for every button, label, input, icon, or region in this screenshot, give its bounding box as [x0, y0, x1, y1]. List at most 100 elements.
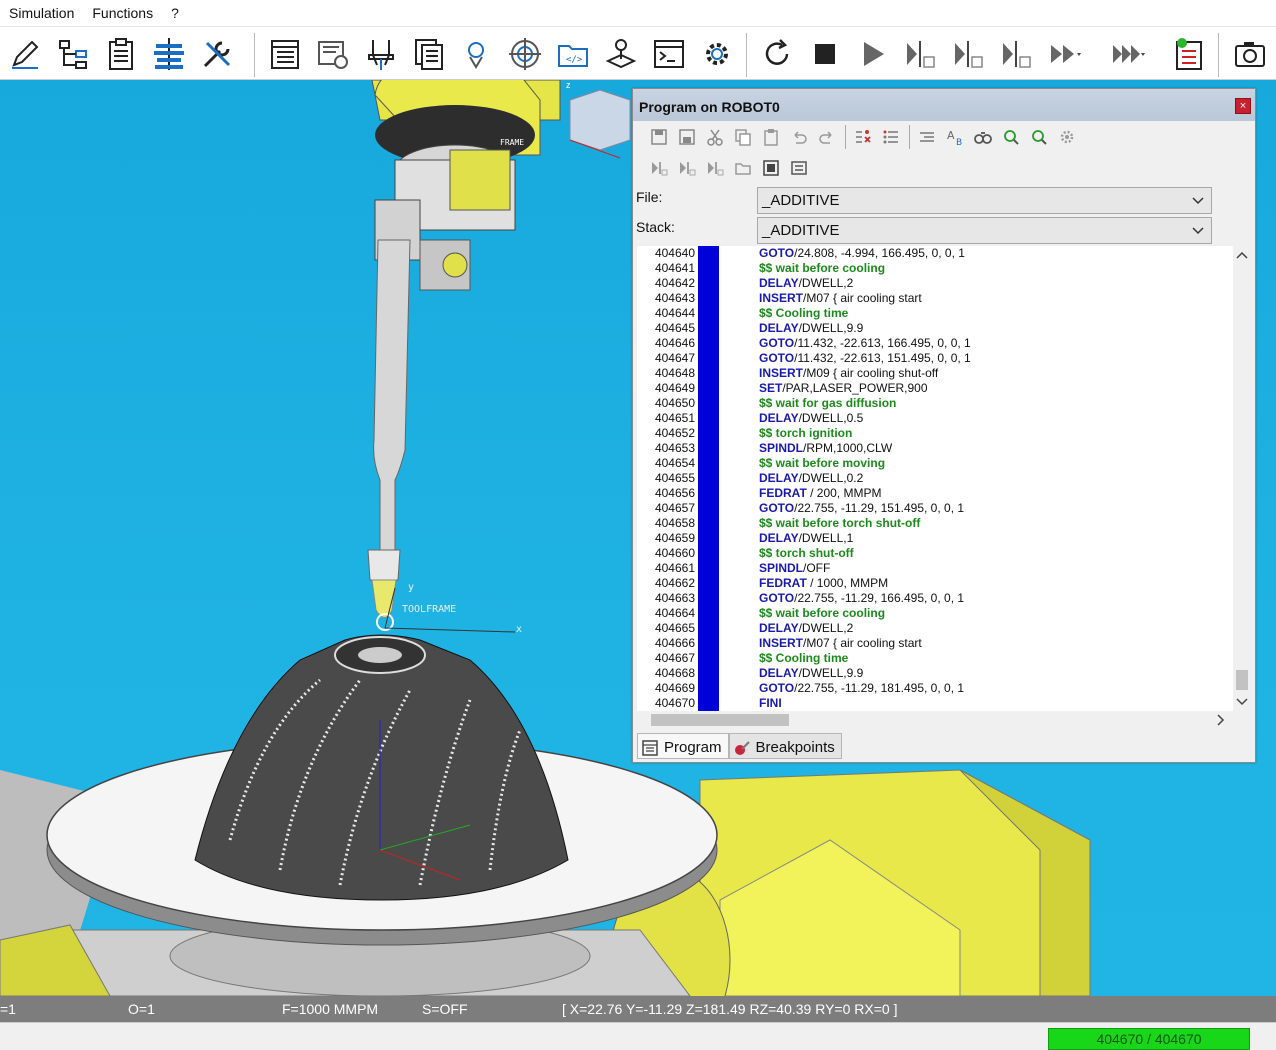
execution-marker[interactable]: [698, 381, 719, 396]
execution-marker[interactable]: [698, 651, 719, 666]
save-as-icon[interactable]: [675, 125, 699, 149]
find-next-icon[interactable]: [999, 125, 1023, 149]
list-icon[interactable]: [879, 125, 903, 149]
code-line[interactable]: 404641 $$ wait before cooling: [637, 261, 1233, 276]
code-line[interactable]: 404643 INSERT/M07 { air cooling start: [637, 291, 1233, 306]
execution-marker[interactable]: [698, 636, 719, 651]
execution-marker[interactable]: [698, 546, 719, 561]
paste-icon[interactable]: [759, 125, 783, 149]
code-line[interactable]: 404664 $$ wait before cooling: [637, 606, 1233, 621]
code-line[interactable]: 404661 SPINDL/OFF: [637, 561, 1233, 576]
code-line[interactable]: 404659 DELAY/DWELL,1: [637, 531, 1233, 546]
tree-icon[interactable]: [54, 35, 92, 73]
code-line[interactable]: 404640 GOTO/24.808, -4.994, 166.495, 0, 0…: [637, 246, 1233, 261]
code-line[interactable]: 404654 $$ wait before moving: [637, 456, 1233, 471]
menu-help[interactable]: ?: [162, 5, 188, 21]
execution-marker[interactable]: [698, 561, 719, 576]
program-file-icon[interactable]: [759, 156, 783, 180]
execution-marker[interactable]: [698, 246, 719, 261]
reset-icon[interactable]: [758, 35, 796, 73]
step-icon-1[interactable]: [902, 35, 940, 73]
terminal-icon[interactable]: [650, 35, 688, 73]
scroll-up-icon[interactable]: [1236, 251, 1248, 259]
stack-select[interactable]: _ADDITIVE: [757, 217, 1212, 244]
execution-marker[interactable]: [698, 516, 719, 531]
code-line[interactable]: 404658 $$ wait before torch shut-off: [637, 516, 1233, 531]
copy-icon[interactable]: [731, 125, 755, 149]
vertical-scrollbar[interactable]: [1233, 246, 1251, 711]
execution-marker[interactable]: [698, 681, 719, 696]
code-line[interactable]: 404650 $$ wait for gas diffusion: [637, 396, 1233, 411]
menu-simulation[interactable]: Simulation: [0, 5, 83, 21]
machine-info-icon[interactable]: [314, 35, 352, 73]
tab-breakpoints[interactable]: Breakpoints: [728, 733, 842, 759]
indent-icon[interactable]: [915, 125, 939, 149]
execution-marker[interactable]: [698, 606, 719, 621]
code-line[interactable]: 404660 $$ torch shut-off: [637, 546, 1233, 561]
code-line[interactable]: 404662 FEDRAT / 1000, MMPM: [637, 576, 1233, 591]
redo-icon[interactable]: [815, 125, 839, 149]
code-line[interactable]: 404666 INSERT/M07 { air cooling start: [637, 636, 1233, 651]
vertical-scroll-thumb[interactable]: [1236, 670, 1248, 690]
chevron-down-icon[interactable]: [1189, 218, 1207, 243]
code-line[interactable]: 404651 DELAY/DWELL,0.5: [637, 411, 1233, 426]
code-line[interactable]: 404644 $$ Cooling time: [637, 306, 1233, 321]
code-line[interactable]: 404668 DELAY/DWELL,9.9: [637, 666, 1233, 681]
cut-icon[interactable]: [703, 125, 727, 149]
execution-marker[interactable]: [698, 426, 719, 441]
code-line[interactable]: 404642 DELAY/DWELL,2: [637, 276, 1233, 291]
scroll-down-icon[interactable]: [1236, 698, 1248, 706]
execution-marker[interactable]: [698, 696, 719, 711]
code-line[interactable]: 404647 GOTO/11.432, -22.613, 151.495, 0, …: [637, 351, 1233, 366]
menu-functions[interactable]: Functions: [83, 5, 162, 21]
chevron-down-icon[interactable]: [1189, 188, 1207, 213]
scroll-right-icon[interactable]: [1217, 714, 1225, 726]
execution-marker[interactable]: [698, 366, 719, 381]
find-previous-icon[interactable]: [1027, 125, 1051, 149]
horizontal-scrollbar[interactable]: [637, 711, 1233, 729]
code-line[interactable]: 404649 SET/PAR,LASER_POWER,900: [637, 381, 1233, 396]
layers-icon[interactable]: [150, 35, 188, 73]
save-icon[interactable]: [647, 125, 671, 149]
execution-marker[interactable]: [698, 261, 719, 276]
clear-breakpoints-icon[interactable]: [851, 125, 875, 149]
execution-marker[interactable]: [698, 351, 719, 366]
execution-marker[interactable]: [698, 396, 719, 411]
code-line[interactable]: 404670 FINI: [637, 696, 1233, 711]
horizontal-scroll-thumb[interactable]: [651, 714, 789, 726]
step-over-icon[interactable]: [675, 156, 699, 180]
execution-marker[interactable]: [698, 276, 719, 291]
clipboard-icon[interactable]: [102, 35, 140, 73]
faster-forward-icon[interactable]: [1110, 35, 1148, 73]
code-line[interactable]: 404665 DELAY/DWELL,2: [637, 621, 1233, 636]
crosshair-icon[interactable]: [506, 35, 544, 73]
code-line[interactable]: 404663 GOTO/22.755, -11.29, 166.495, 0, 0…: [637, 591, 1233, 606]
run-to-cursor-icon[interactable]: [647, 156, 671, 180]
checklist-icon[interactable]: [1170, 35, 1208, 73]
execution-marker[interactable]: [698, 486, 719, 501]
execution-marker[interactable]: [698, 621, 719, 636]
execution-marker[interactable]: [698, 321, 719, 336]
documents-icon[interactable]: [410, 35, 448, 73]
execution-marker[interactable]: [698, 531, 719, 546]
code-line[interactable]: 404655 DELAY/DWELL,0.2: [637, 471, 1233, 486]
gear-icon[interactable]: [698, 35, 736, 73]
open-file-icon[interactable]: [731, 156, 755, 180]
execution-marker[interactable]: [698, 306, 719, 321]
execution-marker[interactable]: [698, 441, 719, 456]
step-icon-3[interactable]: [998, 35, 1036, 73]
find-icon[interactable]: [971, 125, 995, 149]
replace-icon[interactable]: AB: [943, 125, 967, 149]
execution-marker[interactable]: [698, 591, 719, 606]
step-icon-2[interactable]: [950, 35, 988, 73]
fast-forward-icon[interactable]: [1046, 35, 1084, 73]
joystick-icon[interactable]: [602, 35, 640, 73]
undo-icon[interactable]: [787, 125, 811, 149]
execution-marker[interactable]: [698, 666, 719, 681]
execution-marker[interactable]: [698, 471, 719, 486]
execution-marker[interactable]: [698, 456, 719, 471]
execution-marker[interactable]: [698, 576, 719, 591]
pencil-icon[interactable]: [6, 35, 44, 73]
play-icon[interactable]: [854, 35, 892, 73]
code-line[interactable]: 404646 GOTO/11.432, -22.613, 166.495, 0, …: [637, 336, 1233, 351]
